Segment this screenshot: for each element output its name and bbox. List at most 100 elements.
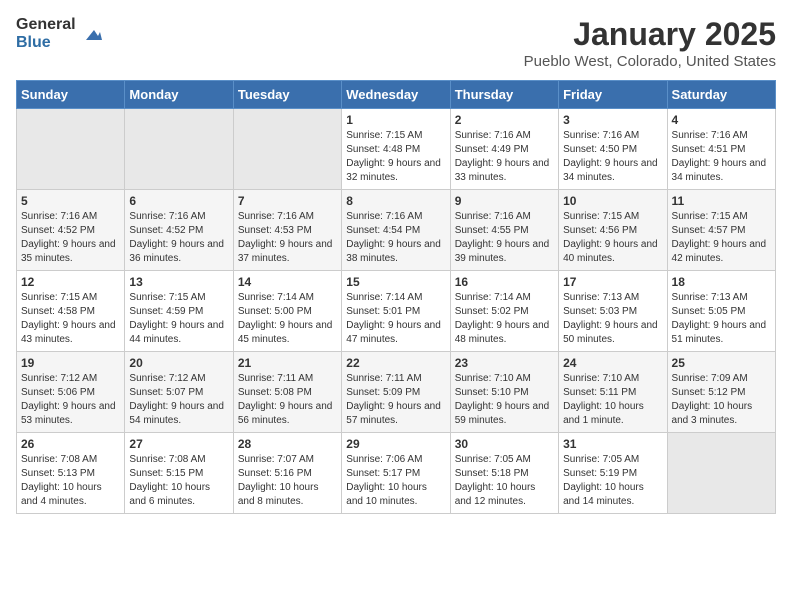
calendar-week-row: 26Sunrise: 7:08 AM Sunset: 5:13 PM Dayli… [17, 433, 776, 514]
calendar-cell: 21Sunrise: 7:11 AM Sunset: 5:08 PM Dayli… [233, 352, 341, 433]
day-info: Sunrise: 7:11 AM Sunset: 5:08 PM Dayligh… [238, 372, 337, 428]
calendar-cell: 10 Sunrise: 7:15 AM Sunset: 4:56 PM Dayli… [559, 190, 667, 271]
day-number: 25 [672, 356, 771, 370]
day-info: Sunrise: 7:16 AM Sunset: 4:51 PM Dayligh… [672, 129, 771, 185]
day-info: Sunrise: 7:11 AM Sunset: 5:09 PM Dayligh… [346, 372, 445, 428]
day-number: 28 [238, 437, 337, 451]
calendar-cell: 26Sunrise: 7:08 AM Sunset: 5:13 PM Dayli… [17, 433, 125, 514]
day-number: 19 [21, 356, 120, 370]
calendar-week-row: 19 Sunrise: 7:12 AM Sunset: 5:06 PM Dayli… [17, 352, 776, 433]
day-number: 6 [129, 194, 228, 208]
day-number: 22 [346, 356, 445, 370]
calendar-cell: 24 Sunrise: 7:10 AM Sunset: 5:11 PM Dayli… [559, 352, 667, 433]
page-header: General Blue January 2025 Pueblo West, C… [16, 16, 776, 70]
calendar-cell: 19 Sunrise: 7:12 AM Sunset: 5:06 PM Dayli… [17, 352, 125, 433]
calendar-cell [667, 433, 775, 514]
day-number: 1 [346, 113, 445, 127]
day-info: Sunrise: 7:14 AM Sunset: 5:01 PM Dayligh… [346, 291, 445, 347]
day-info: Sunrise: 7:14 AM Sunset: 5:02 PM Dayligh… [455, 291, 554, 347]
logo-blue-text: Blue [16, 34, 76, 52]
day-number: 4 [672, 113, 771, 127]
day-info: Sunrise: 7:15 AM Sunset: 4:48 PM Dayligh… [346, 129, 445, 185]
day-info: Sunrise: 7:13 AM Sunset: 5:05 PM Dayligh… [672, 291, 771, 347]
day-number: 3 [563, 113, 662, 127]
weekday-header-friday: Friday [559, 81, 667, 109]
weekday-header-row: SundayMondayTuesdayWednesdayThursdayFrid… [17, 81, 776, 109]
day-number: 10 [563, 194, 662, 208]
day-number: 9 [455, 194, 554, 208]
day-info: Sunrise: 7:12 AM Sunset: 5:07 PM Dayligh… [129, 372, 228, 428]
calendar-cell: 12 Sunrise: 7:15 AM Sunset: 4:58 PM Dayli… [17, 271, 125, 352]
day-info: Sunrise: 7:05 AM Sunset: 5:19 PM Dayligh… [563, 453, 662, 509]
day-info: Sunrise: 7:12 AM Sunset: 5:06 PM Dayligh… [21, 372, 120, 428]
calendar-cell: 9 Sunrise: 7:16 AM Sunset: 4:55 PM Daylig… [450, 190, 558, 271]
day-number: 18 [672, 275, 771, 289]
weekday-header-sunday: Sunday [17, 81, 125, 109]
day-number: 30 [455, 437, 554, 451]
day-number: 31 [563, 437, 662, 451]
calendar-cell: 20 Sunrise: 7:12 AM Sunset: 5:07 PM Dayli… [125, 352, 233, 433]
calendar-cell: 14 Sunrise: 7:14 AM Sunset: 5:00 PM Dayli… [233, 271, 341, 352]
day-number: 16 [455, 275, 554, 289]
weekday-header-monday: Monday [125, 81, 233, 109]
day-info: Sunrise: 7:16 AM Sunset: 4:52 PM Dayligh… [129, 210, 228, 266]
calendar-cell: 17Sunrise: 7:13 AM Sunset: 5:03 PM Dayli… [559, 271, 667, 352]
month-title: January 2025 [524, 16, 776, 53]
calendar-cell: 8 Sunrise: 7:16 AM Sunset: 4:54 PM Daylig… [342, 190, 450, 271]
day-number: 17 [563, 275, 662, 289]
calendar-cell: 30 Sunrise: 7:05 AM Sunset: 5:18 PM Dayli… [450, 433, 558, 514]
title-block: January 2025 Pueblo West, Colorado, Unit… [524, 16, 776, 70]
calendar-table: SundayMondayTuesdayWednesdayThursdayFrid… [16, 80, 776, 514]
day-number: 24 [563, 356, 662, 370]
calendar-cell: 5Sunrise: 7:16 AM Sunset: 4:52 PM Daylig… [17, 190, 125, 271]
calendar-cell: 11 Sunrise: 7:15 AM Sunset: 4:57 PM Dayli… [667, 190, 775, 271]
day-info: Sunrise: 7:16 AM Sunset: 4:55 PM Dayligh… [455, 210, 554, 266]
day-number: 14 [238, 275, 337, 289]
day-info: Sunrise: 7:16 AM Sunset: 4:49 PM Dayligh… [455, 129, 554, 185]
day-number: 27 [129, 437, 228, 451]
weekday-header-tuesday: Tuesday [233, 81, 341, 109]
day-number: 2 [455, 113, 554, 127]
calendar-week-row: 12 Sunrise: 7:15 AM Sunset: 4:58 PM Dayli… [17, 271, 776, 352]
day-info: Sunrise: 7:10 AM Sunset: 5:11 PM Dayligh… [563, 372, 662, 428]
day-number: 23 [455, 356, 554, 370]
day-number: 8 [346, 194, 445, 208]
calendar-cell: 15 Sunrise: 7:14 AM Sunset: 5:01 PM Dayli… [342, 271, 450, 352]
day-info: Sunrise: 7:16 AM Sunset: 4:54 PM Dayligh… [346, 210, 445, 266]
calendar-cell: 4 Sunrise: 7:16 AM Sunset: 4:51 PM Daylig… [667, 109, 775, 190]
calendar-cell [125, 109, 233, 190]
day-info: Sunrise: 7:15 AM Sunset: 4:56 PM Dayligh… [563, 210, 662, 266]
calendar-cell: 13 Sunrise: 7:15 AM Sunset: 4:59 PM Dayli… [125, 271, 233, 352]
day-number: 11 [672, 194, 771, 208]
day-info: Sunrise: 7:14 AM Sunset: 5:00 PM Dayligh… [238, 291, 337, 347]
day-info: Sunrise: 7:06 AM Sunset: 5:17 PM Dayligh… [346, 453, 445, 509]
day-info: Sunrise: 7:15 AM Sunset: 4:57 PM Dayligh… [672, 210, 771, 266]
location: Pueblo West, Colorado, United States [524, 53, 776, 70]
calendar-cell: 29 Sunrise: 7:06 AM Sunset: 5:17 PM Dayli… [342, 433, 450, 514]
day-number: 20 [129, 356, 228, 370]
calendar-cell: 6 Sunrise: 7:16 AM Sunset: 4:52 PM Daylig… [125, 190, 233, 271]
day-info: Sunrise: 7:15 AM Sunset: 4:58 PM Dayligh… [21, 291, 120, 347]
calendar-cell: 18 Sunrise: 7:13 AM Sunset: 5:05 PM Dayli… [667, 271, 775, 352]
calendar-cell: 25 Sunrise: 7:09 AM Sunset: 5:12 PM Dayli… [667, 352, 775, 433]
calendar-cell: 28Sunrise: 7:07 AM Sunset: 5:16 PM Dayli… [233, 433, 341, 514]
calendar-cell: 23 Sunrise: 7:10 AM Sunset: 5:10 PM Dayli… [450, 352, 558, 433]
day-info: Sunrise: 7:09 AM Sunset: 5:12 PM Dayligh… [672, 372, 771, 428]
day-info: Sunrise: 7:08 AM Sunset: 5:13 PM Dayligh… [21, 453, 120, 509]
day-number: 15 [346, 275, 445, 289]
day-number: 12 [21, 275, 120, 289]
calendar-cell: 22 Sunrise: 7:11 AM Sunset: 5:09 PM Dayli… [342, 352, 450, 433]
day-info: Sunrise: 7:15 AM Sunset: 4:59 PM Dayligh… [129, 291, 228, 347]
day-number: 5 [21, 194, 120, 208]
logo-general-text: General [16, 16, 76, 34]
weekday-header-wednesday: Wednesday [342, 81, 450, 109]
calendar-cell: 3Sunrise: 7:16 AM Sunset: 4:50 PM Daylig… [559, 109, 667, 190]
day-info: Sunrise: 7:05 AM Sunset: 5:18 PM Dayligh… [455, 453, 554, 509]
weekday-header-saturday: Saturday [667, 81, 775, 109]
day-info: Sunrise: 7:10 AM Sunset: 5:10 PM Dayligh… [455, 372, 554, 428]
day-number: 7 [238, 194, 337, 208]
day-info: Sunrise: 7:16 AM Sunset: 4:53 PM Dayligh… [238, 210, 337, 266]
day-number: 29 [346, 437, 445, 451]
day-number: 13 [129, 275, 228, 289]
day-info: Sunrise: 7:08 AM Sunset: 5:15 PM Dayligh… [129, 453, 228, 509]
